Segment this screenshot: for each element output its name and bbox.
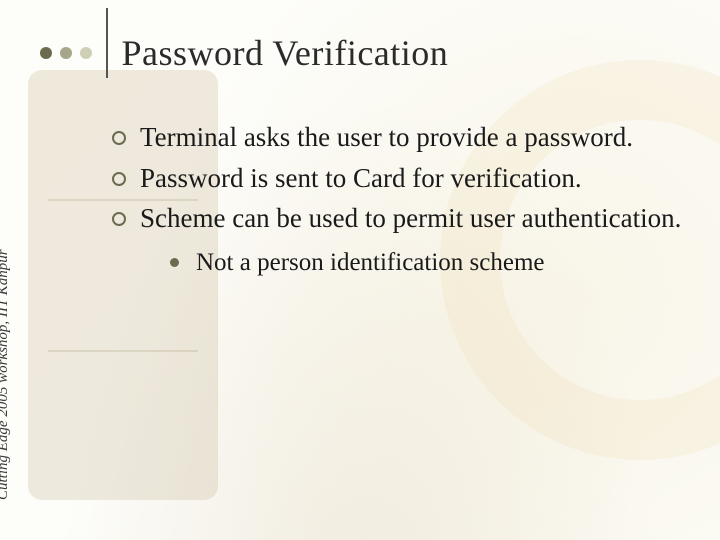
slide-body: Terminal asks the user to provide a pass…	[110, 120, 690, 279]
slide-title: Password Verification	[122, 32, 449, 74]
dot-icon	[40, 47, 52, 59]
sidebar-footer-label: Cutting Edge 2005 workshop, IIT Kanpur	[0, 249, 12, 500]
slide-header: Password Verification	[40, 28, 700, 78]
sub-bullet-item: Not a person identification scheme	[170, 246, 690, 280]
sub-bullet-list: Not a person identification scheme	[170, 246, 690, 280]
bullet-item: Password is sent to Card for verificatio…	[110, 161, 690, 196]
bullet-item: Scheme can be used to permit user authen…	[110, 201, 690, 236]
header-dots-decoration	[40, 47, 92, 59]
bullet-list: Terminal asks the user to provide a pass…	[110, 120, 690, 236]
bullet-item: Terminal asks the user to provide a pass…	[110, 120, 690, 155]
dot-icon	[80, 47, 92, 59]
vertical-divider	[106, 8, 108, 78]
dot-icon	[60, 47, 72, 59]
